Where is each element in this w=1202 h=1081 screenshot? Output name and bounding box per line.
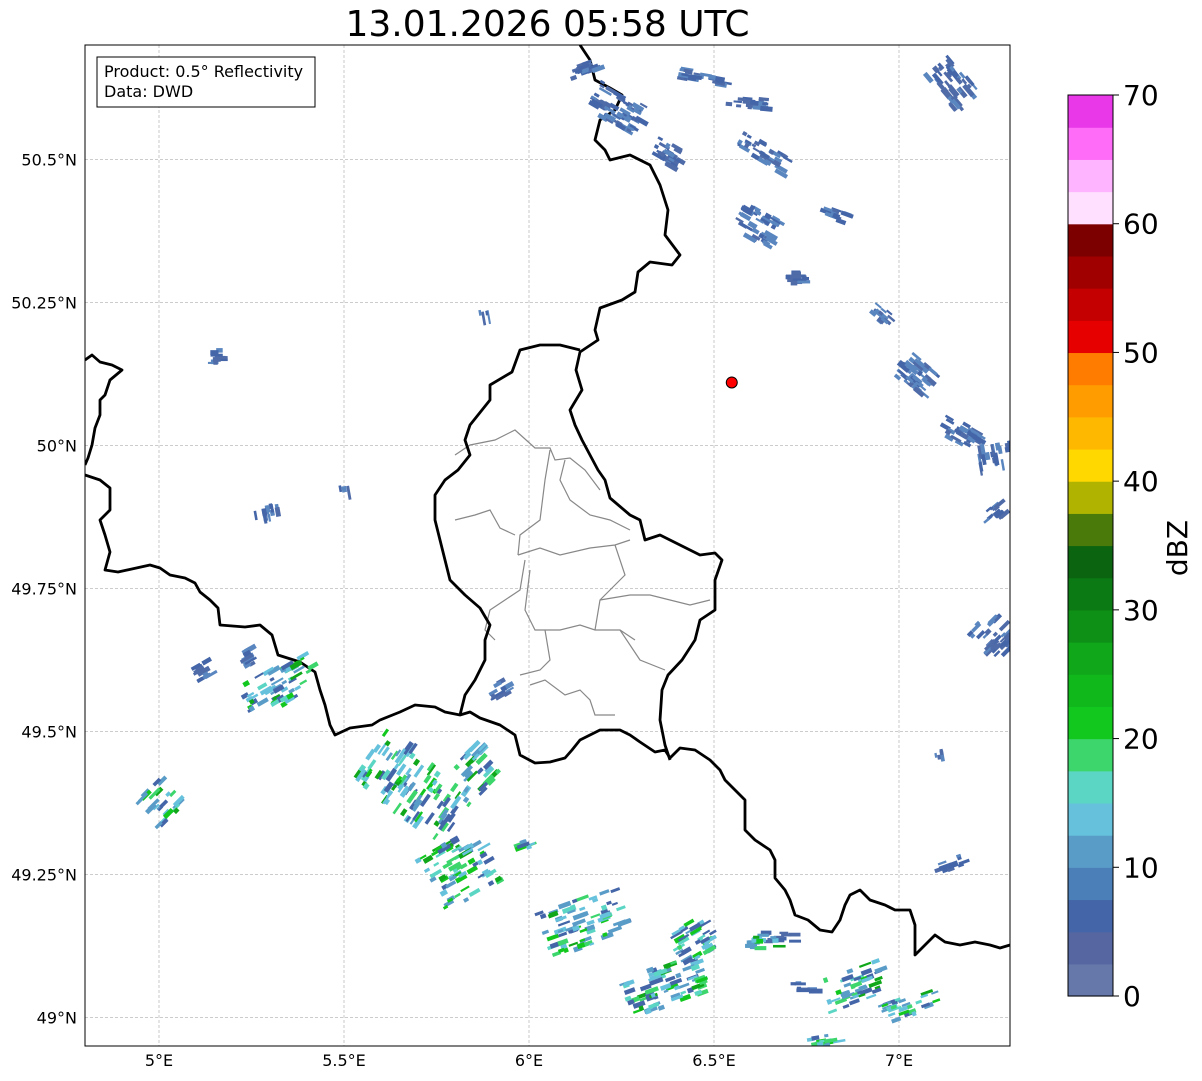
colorbar-segment [1068,159,1113,193]
colorbar: 0 10 20 30 40 50 60 70 dBZ [1067,79,1194,1013]
colorbar-segment [1068,738,1113,772]
colorbar-segment [1068,320,1113,354]
colorbar-segment [1068,963,1113,997]
colorbar-tick-label: 20 [1123,723,1159,756]
colorbar-segment [1068,191,1113,225]
colorbar-segment [1068,127,1113,160]
colorbar-tick-label: 30 [1123,594,1159,627]
colorbar-segment [1068,416,1113,450]
colorbar-segment [1068,577,1113,611]
colorbar-segment [1068,545,1113,579]
colorbar-segment [1068,931,1113,965]
colorbar-segment [1068,706,1113,740]
colorbar-segment [1068,352,1113,386]
colorbar-segment [1068,95,1113,128]
colorbar-segments [1068,95,1113,997]
colorbar-segment [1068,448,1113,482]
colorbar-segment [1068,481,1113,514]
colorbar-segment [1068,802,1113,836]
colorbar-segment [1068,255,1113,289]
colorbar-ticks: 0 10 20 30 40 50 60 70 [1113,79,1159,1013]
colorbar-segment [1068,642,1113,675]
colorbar-tick-label: 60 [1123,208,1159,241]
colorbar-tick-label: 50 [1123,336,1159,369]
colorbar-segment [1068,384,1113,418]
colorbar-segment [1068,288,1113,321]
colorbar-segment [1068,223,1113,257]
colorbar-segment [1068,674,1113,707]
colorbar-segment [1068,513,1113,547]
colorbar-tick-label: 0 [1123,980,1141,1013]
colorbar-segment [1068,899,1113,933]
colorbar-tick-label: 40 [1123,465,1159,498]
colorbar-label: dBZ [1161,520,1194,576]
colorbar-tick-label: 70 [1123,79,1159,112]
colorbar-segment [1068,609,1113,643]
colorbar-segment [1068,867,1113,901]
colorbar-tick-label: 10 [1123,851,1159,884]
colorbar-segment [1068,835,1113,868]
colorbar-segment [1068,770,1113,804]
